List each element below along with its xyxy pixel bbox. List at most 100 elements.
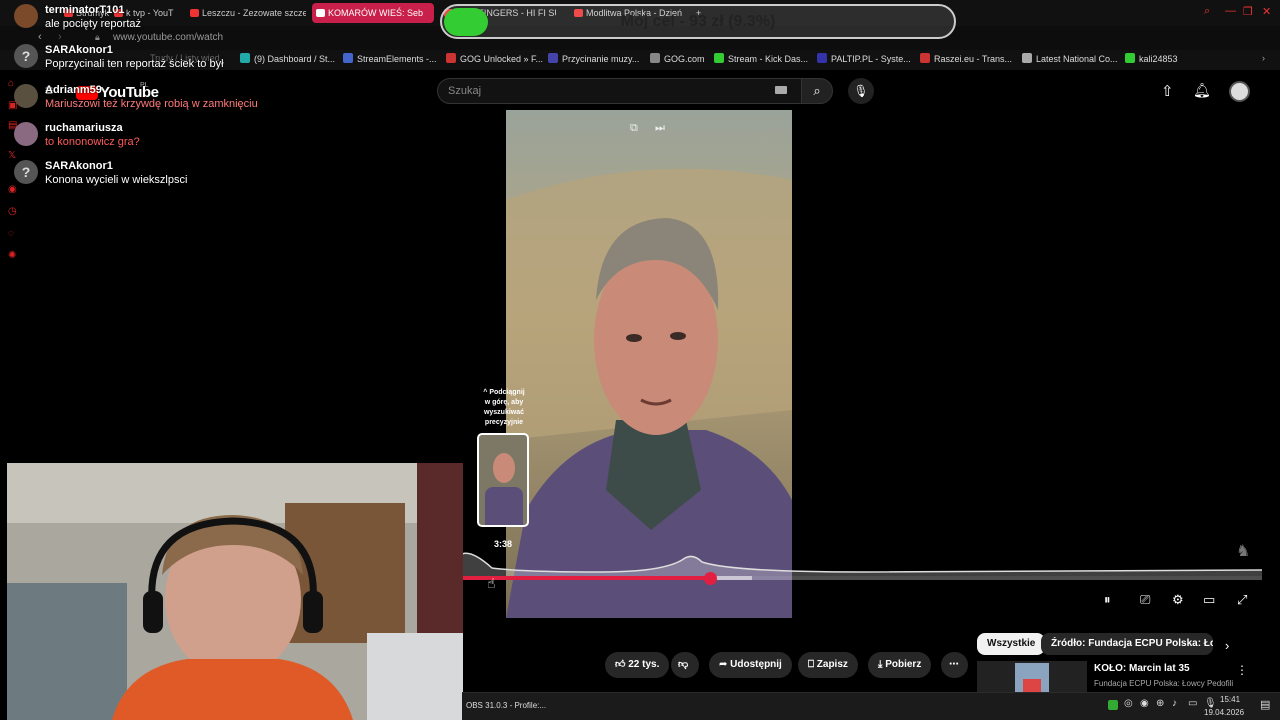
related-thumbnail[interactable] xyxy=(977,661,1087,692)
tab-4-label: KOMARÓW WIEŚ: Seb xyxy=(328,8,424,18)
chat-message: ? SARAkonor1 Konona wycieli w wiekszlpsc… xyxy=(14,160,314,198)
upload-icon[interactable]: ⇧ xyxy=(1161,82,1174,100)
avatar: ? xyxy=(14,160,38,184)
clock-date[interactable]: 19.04.2026 xyxy=(1204,708,1244,717)
avatar[interactable] xyxy=(1229,81,1250,102)
thumbs-down-icon: 👎︎ xyxy=(678,659,689,670)
tray-display-icon[interactable]: ▭ xyxy=(1188,698,1197,709)
thumbs-up-icon: 👍︎ xyxy=(615,659,629,670)
bookmark-item[interactable]: kali24853 xyxy=(1125,53,1178,64)
channel-watermark-icon[interactable]: ♞ xyxy=(1236,541,1250,561)
save-button[interactable]: ⎕ Zapisz xyxy=(798,652,858,678)
chat-text: ale pocięty reportaż xyxy=(45,18,141,30)
bookmark-item[interactable]: Latest National Co... xyxy=(1022,53,1118,64)
share-icon: ➦ xyxy=(719,659,731,670)
obs-taskbar-label[interactable]: OBS 31.0.3 - Profile:... xyxy=(466,701,546,710)
close-window-icon[interactable]: ✕ xyxy=(1262,5,1271,18)
mouse-cursor-icon: ☝︎ xyxy=(487,575,496,591)
chat-message: Adrianm59 Mariuszowi też krzywdę robią w… xyxy=(14,84,314,122)
tray-nvidia-icon[interactable] xyxy=(1108,700,1118,710)
chat-text: Mariuszowi też krzywdę robią w zamknięci… xyxy=(45,98,258,110)
bookmark-label: Przycinanie muzy... xyxy=(562,54,640,64)
like-button[interactable]: 👍︎ 22 tys. xyxy=(605,652,669,678)
bookmark-item[interactable]: Stream - Kick Das... xyxy=(714,53,808,64)
clock-time[interactable]: 15:41 xyxy=(1220,695,1240,704)
chat-text: Poprzycinali ten reportaż ściek to był xyxy=(45,58,224,70)
tray-network-icon[interactable]: ⊕ xyxy=(1156,698,1164,709)
related-thumbnail-figure xyxy=(1023,679,1041,692)
bookmark-favicon xyxy=(1022,53,1032,63)
tray-chrome-icon[interactable]: ◎ xyxy=(1124,698,1133,709)
chat-username: SARAkonor1 xyxy=(45,44,113,56)
related-more-icon[interactable]: ⋮ xyxy=(1236,663,1248,677)
settings-gear-icon[interactable]: ⚙ xyxy=(1172,592,1184,608)
search-input[interactable]: Szukaj xyxy=(437,78,802,104)
bookmark-favicon xyxy=(920,53,930,63)
bookmark-label: Raszei.eu - Trans... xyxy=(934,54,1013,64)
bookmark-item[interactable]: PALTIP.PL - Syste... xyxy=(817,53,911,64)
share-button[interactable]: ➦ Udostępnij xyxy=(709,652,792,678)
chip-all[interactable]: Wszystkie xyxy=(977,633,1046,655)
bookmark-favicon xyxy=(714,53,724,63)
mic-icon: 🎙︎ xyxy=(853,84,869,98)
chat-icon[interactable]: ◌ xyxy=(8,228,14,239)
miniplayer-icon[interactable]: ⧉ xyxy=(630,122,638,135)
drag-hint-text: Podciągnij w górę, aby wyszukiwać precyz… xyxy=(483,389,525,426)
avatar: ? xyxy=(14,44,38,68)
search-button[interactable]: ⌕ xyxy=(801,78,833,104)
chevron-right-icon[interactable]: › xyxy=(1225,638,1229,653)
bookmark-label: GOG.com xyxy=(664,54,705,64)
search-tabs-icon[interactable]: ⌕ xyxy=(1204,5,1210,18)
download-button[interactable]: ⤓ Pobierz xyxy=(868,652,932,678)
subtitles-icon[interactable]: ⎚ xyxy=(1140,592,1150,608)
bookmark-item[interactable]: GOG.com xyxy=(650,53,705,64)
like-count: 22 tys. xyxy=(628,659,660,670)
chat-text: Konona wycieli w wiekszlpsci xyxy=(45,174,188,186)
donation-goal-text: Mój cel - 93 zł (9.3%) xyxy=(620,13,776,30)
chat-message: terminatorT101 ale pocięty reportaż xyxy=(14,4,314,44)
chat-username: Adrianm59 xyxy=(45,84,102,96)
related-title[interactable]: KOŁO: Marcin lat 35 xyxy=(1094,663,1190,674)
tab-4-active[interactable]: KOMARÓW WIEŚ: Seb xyxy=(312,3,434,23)
settings-icon[interactable]: ✺ xyxy=(8,250,16,261)
related-channel[interactable]: Fundacja ECPU Polska: Łowcy Pedofili xyxy=(1094,679,1233,688)
voice-search-button[interactable]: 🎙︎ xyxy=(848,78,874,104)
chat-username: SARAkonor1 xyxy=(45,160,113,172)
bookmark-item[interactable]: StreamElements -... xyxy=(343,53,437,64)
webcam-image xyxy=(7,463,463,720)
avatar xyxy=(14,122,38,146)
thumbnail-face xyxy=(493,453,515,483)
keyboard-icon[interactable] xyxy=(775,86,787,94)
dislike-button[interactable]: 👎︎ xyxy=(671,652,699,678)
tray-steam-icon[interactable]: ◉ xyxy=(1140,698,1149,709)
more-actions-button[interactable]: ⋯ xyxy=(941,652,968,678)
bookmarks-overflow-icon[interactable]: › xyxy=(1262,53,1265,63)
drag-hint: ^ Podciągnij w górę, aby wyszukiwać prec… xyxy=(480,388,528,428)
more-horizontal-icon: ⋯ xyxy=(949,659,959,670)
search-icon: ⌕ xyxy=(813,83,821,98)
bell-icon[interactable]: 🔔︎ xyxy=(1193,82,1211,99)
share-label: Udostępnij xyxy=(730,659,782,670)
clock-icon[interactable]: ◷ xyxy=(8,206,17,217)
minimize-icon[interactable]: — xyxy=(1225,5,1236,17)
chat-username: ruchamariusza xyxy=(45,122,123,134)
speaker-icon xyxy=(316,9,325,17)
next-icon[interactable]: ⏭ xyxy=(655,122,665,135)
chip-source[interactable]: Źródło: Fundacja ECPU Polska: Łowcy xyxy=(1041,633,1213,655)
notifications-icon[interactable]: ▤ xyxy=(1260,698,1270,711)
progress-scrubber[interactable] xyxy=(704,572,717,585)
theater-mode-icon[interactable]: ▭ xyxy=(1203,592,1215,608)
tray-volume-icon[interactable]: ♪ xyxy=(1172,698,1177,709)
bookmark-favicon xyxy=(548,53,558,63)
chat-message: ? SARAkonor1 Poprzycinali ten reportaż ś… xyxy=(14,44,314,84)
save-label: Zapisz xyxy=(816,659,848,670)
fullscreen-icon[interactable]: ⤢ xyxy=(1237,592,1247,608)
maximize-icon[interactable]: ❐ xyxy=(1243,5,1253,18)
autoplay-toggle-icon[interactable]: ⏸ xyxy=(1104,592,1111,608)
bookmark-favicon xyxy=(1125,53,1135,63)
bookmark-item[interactable]: GOG Unlocked » F... xyxy=(446,53,543,64)
os-taskbar: OBS 31.0.3 - Profile:... ◎ ◉ ⊕ ♪ ▭ 🎙︎ 15… xyxy=(462,692,1280,720)
bookmark-favicon xyxy=(650,53,660,63)
bookmark-item[interactable]: Przycinanie muzy... xyxy=(548,53,639,64)
bookmark-item[interactable]: Raszei.eu - Trans... xyxy=(920,53,1012,64)
